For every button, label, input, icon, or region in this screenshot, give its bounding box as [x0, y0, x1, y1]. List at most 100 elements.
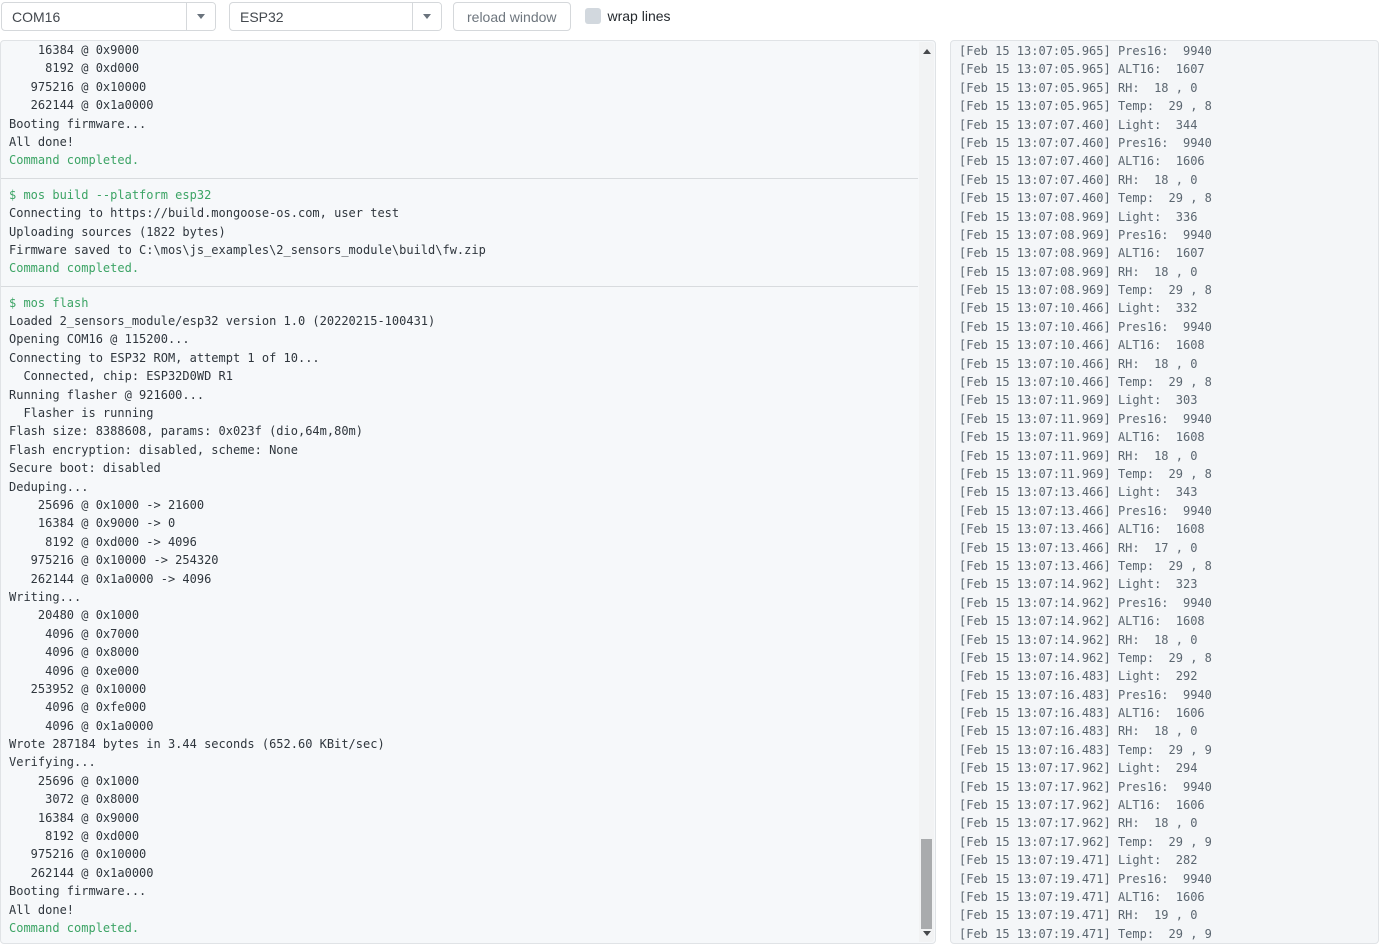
- log-line: [Feb 15 13:07:08.969] Light: 336: [959, 208, 1378, 226]
- console-panel: 16384 @ 0x9000 8192 @ 0xd000 975216 @ 0x…: [0, 40, 936, 944]
- console-line: 8192 @ 0xd000: [9, 827, 918, 845]
- console-line: Wrote 287184 bytes in 3.44 seconds (652.…: [9, 735, 918, 753]
- console-line: Writing...: [9, 588, 918, 606]
- console-line: Flash encryption: disabled, scheme: None: [9, 441, 918, 459]
- console-line: $ mos flash: [9, 294, 918, 312]
- log-line: [Feb 15 13:07:19.471] Light: 282: [959, 851, 1378, 869]
- console-line: 975216 @ 0x10000: [9, 78, 918, 96]
- log-line: [Feb 15 13:07:16.483] Light: 292: [959, 667, 1378, 685]
- console-line: 16384 @ 0x9000 -> 0: [9, 514, 918, 532]
- console-line: Verifying...: [9, 753, 918, 771]
- console-line: Connected, chip: ESP32D0WD R1: [9, 367, 918, 385]
- console-line: 262144 @ 0x1a0000: [9, 96, 918, 114]
- port-dropdown-button[interactable]: [186, 3, 215, 30]
- console-line: Loaded 2_sensors_module/esp32 version 1.…: [9, 312, 918, 330]
- console-line: Opening COM16 @ 115200...: [9, 330, 918, 348]
- log-line: [Feb 15 13:07:13.466] Pres16: 9940: [959, 502, 1378, 520]
- wrap-lines-label: wrap lines: [608, 8, 671, 24]
- reload-window-button[interactable]: reload window: [453, 2, 571, 31]
- log-line: [Feb 15 13:07:13.466] RH: 17 , 0: [959, 539, 1378, 557]
- arrow-up-icon: [923, 49, 931, 54]
- console-line: 4096 @ 0x1a0000: [9, 717, 918, 735]
- log-line: [Feb 15 13:07:17.962] ALT16: 1606: [959, 796, 1378, 814]
- log-line: [Feb 15 13:07:10.466] RH: 18 , 0: [959, 355, 1378, 373]
- log-line: [Feb 15 13:07:14.962] Temp: 29 , 8: [959, 649, 1378, 667]
- log-line: [Feb 15 13:07:17.962] RH: 18 , 0: [959, 814, 1378, 832]
- console-line: 16384 @ 0x9000: [9, 809, 918, 827]
- log-line: [Feb 15 13:07:14.962] Light: 323: [959, 575, 1378, 593]
- log-line: [Feb 15 13:07:19.471] Temp: 29 , 9: [959, 925, 1378, 943]
- log-line: [Feb 15 13:07:19.471] Pres16: 9940: [959, 870, 1378, 888]
- log-line: [Feb 15 13:07:14.962] Pres16: 9940: [959, 594, 1378, 612]
- console-line: $ mos build --platform esp32: [9, 186, 918, 204]
- log-line: [Feb 15 13:07:13.466] Temp: 29 , 8: [959, 557, 1378, 575]
- console-line: Uploading sources (1822 bytes): [9, 223, 918, 241]
- platform-input[interactable]: [230, 3, 412, 30]
- scrollbar-thumb[interactable]: [921, 839, 932, 929]
- log-line: [Feb 15 13:07:16.483] Pres16: 9940: [959, 686, 1378, 704]
- log-line: [Feb 15 13:07:07.460] Pres16: 9940: [959, 134, 1378, 152]
- log-line: [Feb 15 13:07:05.965] ALT16: 1607: [959, 60, 1378, 78]
- console-line: 25696 @ 0x1000 -> 21600: [9, 496, 918, 514]
- console-line: Flasher is running: [9, 404, 918, 422]
- console-line: Command completed.: [9, 151, 918, 169]
- console-line: Connecting to https://build.mongoose-os.…: [9, 204, 918, 222]
- platform-dropdown-button[interactable]: [412, 3, 441, 30]
- console-line: Secure boot: disabled: [9, 459, 918, 477]
- console-line: 4096 @ 0xe000: [9, 662, 918, 680]
- console-line: 253952 @ 0x10000: [9, 680, 918, 698]
- port-input[interactable]: [2, 3, 186, 30]
- console-line: Command completed.: [9, 259, 918, 277]
- command-divider: [1, 286, 918, 287]
- command-divider: [1, 178, 918, 179]
- console-line: 975216 @ 0x10000: [9, 845, 918, 863]
- log-line: [Feb 15 13:07:16.483] ALT16: 1606: [959, 704, 1378, 722]
- console-line: Firmware saved to C:\mos\js_examples\2_s…: [9, 241, 918, 259]
- log-line: [Feb 15 13:07:08.969] Pres16: 9940: [959, 226, 1378, 244]
- console-line: Booting firmware...: [9, 882, 918, 900]
- log-line: [Feb 15 13:07:11.969] ALT16: 1608: [959, 428, 1378, 446]
- log-line: [Feb 15 13:07:10.466] Light: 332: [959, 299, 1378, 317]
- log-line: [Feb 15 13:07:10.466] ALT16: 1608: [959, 336, 1378, 354]
- console-line: 25696 @ 0x1000: [9, 772, 918, 790]
- wrap-lines-checkbox[interactable]: [585, 8, 601, 24]
- log-line: [Feb 15 13:07:14.962] ALT16: 1608: [959, 612, 1378, 630]
- platform-combo: [229, 2, 442, 31]
- log-line: [Feb 15 13:07:07.460] RH: 18 , 0: [959, 171, 1378, 189]
- console-line: 975216 @ 0x10000 -> 254320: [9, 551, 918, 569]
- log-line: [Feb 15 13:07:07.460] ALT16: 1606: [959, 152, 1378, 170]
- console-line: Command completed.: [9, 919, 918, 937]
- console-line: 4096 @ 0x8000: [9, 643, 918, 661]
- console-line: Booting firmware...: [9, 115, 918, 133]
- console-line: Connecting to ESP32 ROM, attempt 1 of 10…: [9, 349, 918, 367]
- log-line: [Feb 15 13:07:11.969] RH: 18 , 0: [959, 447, 1378, 465]
- log-line: [Feb 15 13:07:08.969] RH: 18 , 0: [959, 263, 1378, 281]
- toolbar: reload window wrap lines: [0, 0, 1379, 32]
- log-line: [Feb 15 13:07:13.466] ALT16: 1608: [959, 520, 1378, 538]
- log-line: [Feb 15 13:07:10.466] Pres16: 9940: [959, 318, 1378, 336]
- log-line: [Feb 15 13:07:17.962] Light: 294: [959, 759, 1378, 777]
- chevron-down-icon: [423, 14, 431, 19]
- log-line: [Feb 15 13:07:17.962] Temp: 29 , 9: [959, 833, 1378, 851]
- console-line: 4096 @ 0x7000: [9, 625, 918, 643]
- log-line: [Feb 15 13:07:05.965] Temp: 29 , 8: [959, 97, 1378, 115]
- log-line: [Feb 15 13:07:19.471] ALT16: 1606: [959, 888, 1378, 906]
- scrollbar-down-button[interactable]: [919, 925, 934, 941]
- console-line: All done!: [9, 901, 918, 919]
- log-line: [Feb 15 13:07:19.471] RH: 19 , 0: [959, 906, 1378, 924]
- console-line: 262144 @ 0x1a0000 -> 4096: [9, 570, 918, 588]
- port-combo: [1, 2, 216, 31]
- log-line: [Feb 15 13:07:10.466] Temp: 29 , 8: [959, 373, 1378, 391]
- log-line: [Feb 15 13:07:08.969] Temp: 29 , 8: [959, 281, 1378, 299]
- scrollbar-up-button[interactable]: [919, 43, 934, 59]
- console-scrollbar[interactable]: [919, 42, 934, 942]
- log-line: [Feb 15 13:07:14.962] RH: 18 , 0: [959, 631, 1378, 649]
- console-line: 16384 @ 0x9000: [9, 41, 918, 59]
- log-line: [Feb 15 13:07:16.483] RH: 18 , 0: [959, 722, 1378, 740]
- console-line: 3072 @ 0x8000: [9, 790, 918, 808]
- console-line: 4096 @ 0xfe000: [9, 698, 918, 716]
- console-output: 16384 @ 0x9000 8192 @ 0xd000 975216 @ 0x…: [1, 41, 918, 942]
- log-line: [Feb 15 13:07:08.969] ALT16: 1607: [959, 244, 1378, 262]
- console-line: 8192 @ 0xd000: [9, 59, 918, 77]
- log-line: [Feb 15 13:07:07.460] Light: 344: [959, 116, 1378, 134]
